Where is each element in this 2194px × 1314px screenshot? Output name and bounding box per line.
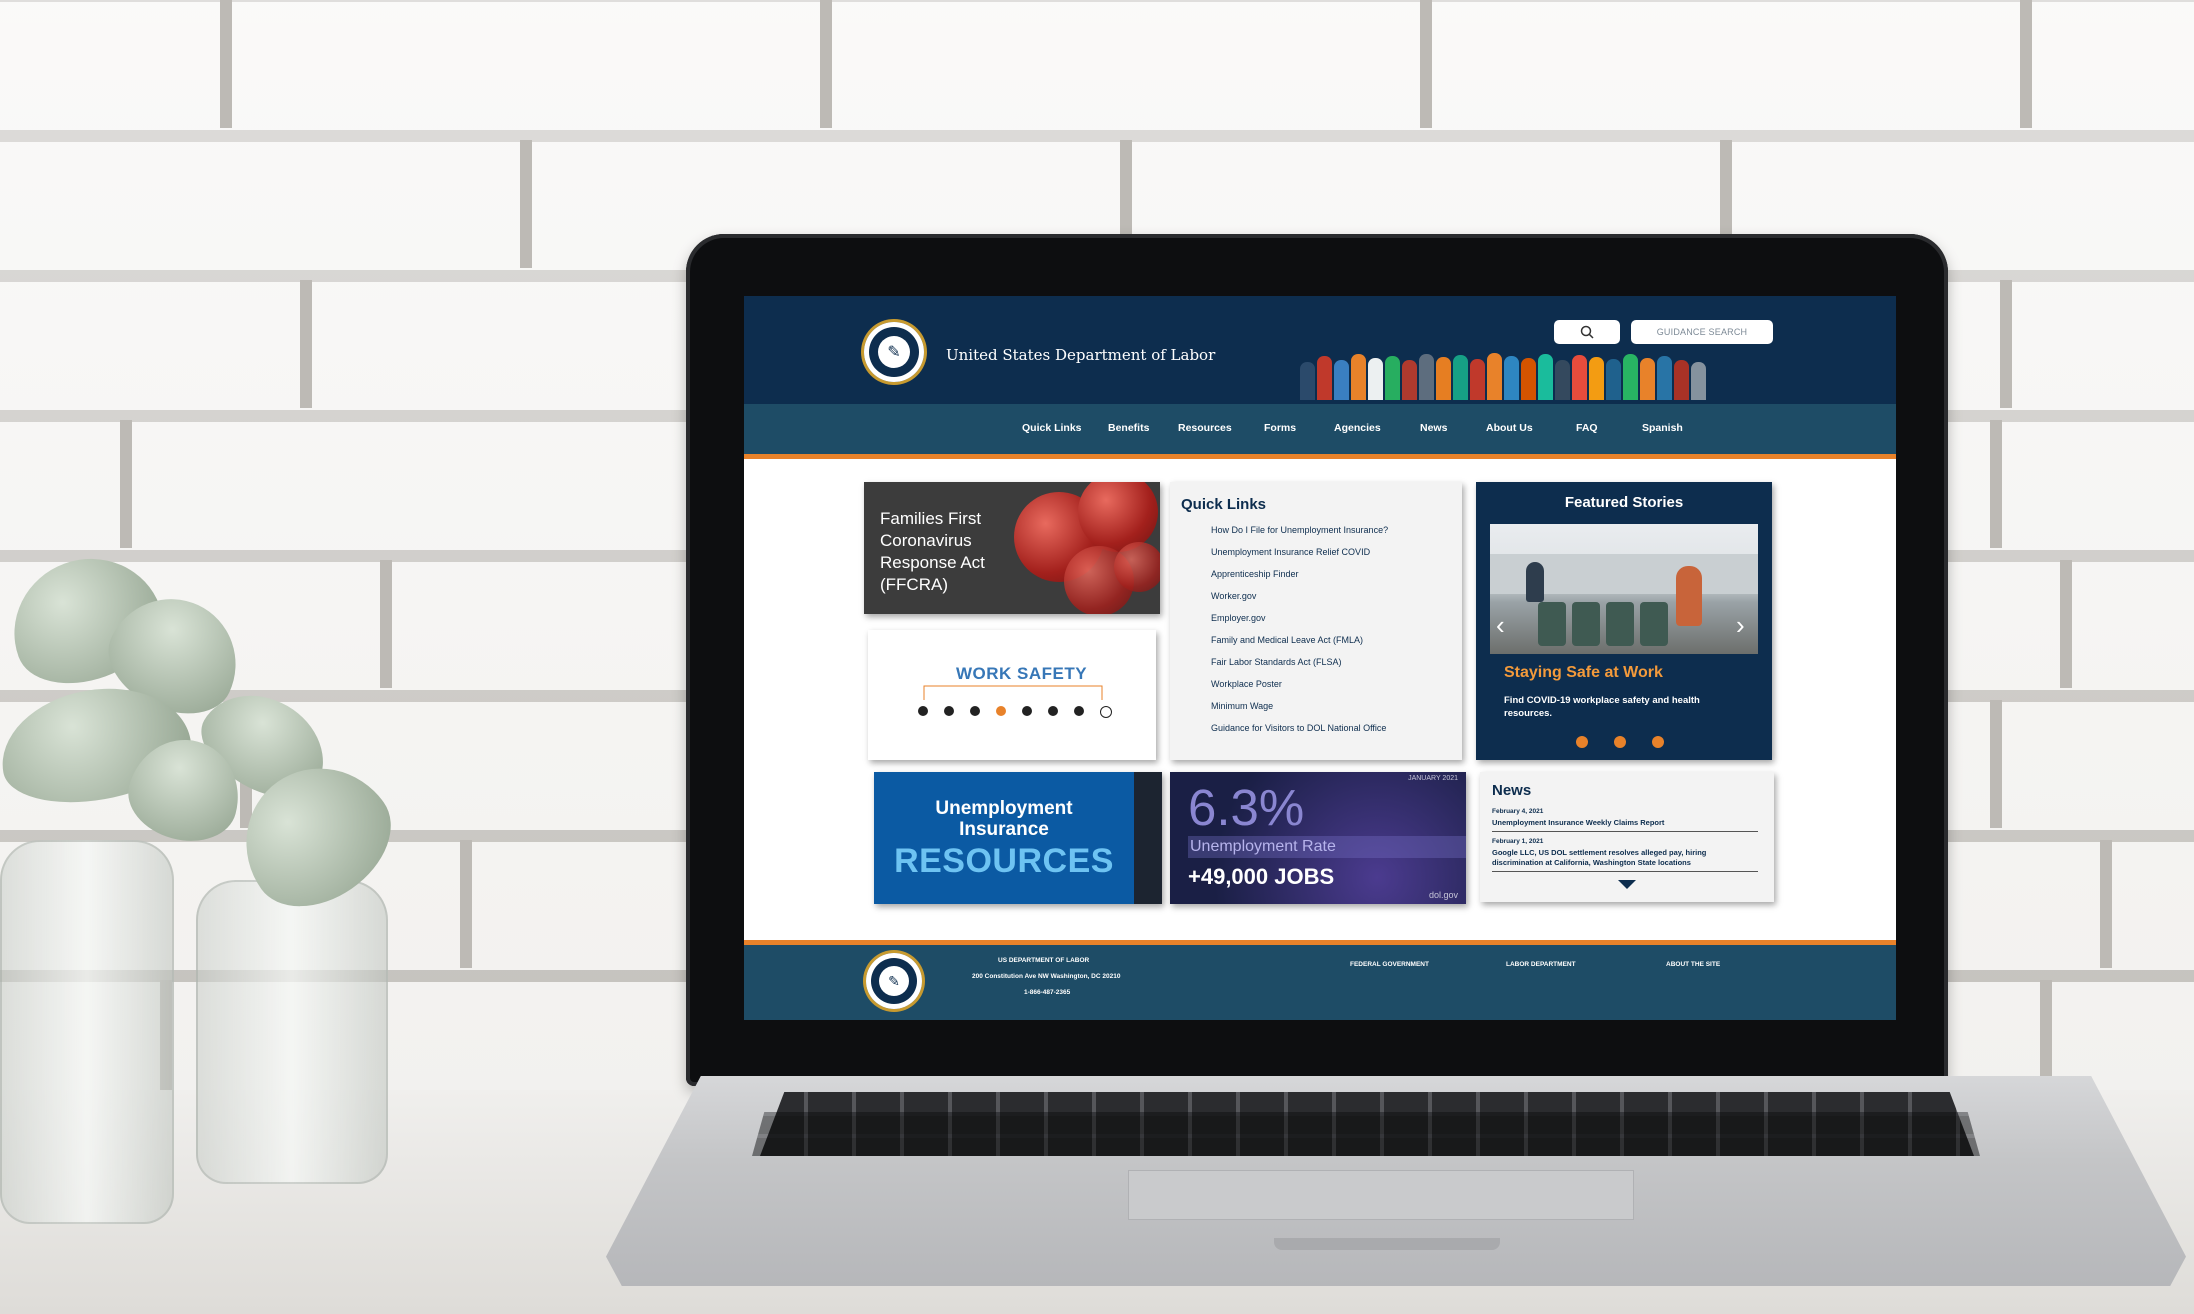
story-description: Find COVID-19 workplace safety and healt… xyxy=(1504,695,1700,719)
featured-stories-panel: Featured Stories ‹ › Staying Safe at Wor… xyxy=(1476,482,1772,760)
nav-item-spanish[interactable]: Spanish xyxy=(1642,422,1683,434)
quick-links-panel: Quick Links How Do I File for Unemployme… xyxy=(1170,482,1462,760)
news-divider xyxy=(1492,831,1758,832)
footer-link-about-the-site[interactable]: ABOUT THE SITE xyxy=(1666,961,1720,968)
glass-vase xyxy=(0,840,174,1224)
rate-site: dol.gov xyxy=(1428,890,1458,900)
footer-address: 200 Constitution Ave NW Washington, DC 2… xyxy=(972,973,1121,980)
site-footer: ✎ US DEPARTMENT OF LABOR 200 Constitutio… xyxy=(744,940,1896,1020)
ffcra-line: Coronavirus xyxy=(880,531,972,550)
news-date: February 1, 2021 xyxy=(1492,838,1544,845)
featured-stories-title: Featured Stories xyxy=(1564,494,1684,511)
search-icon xyxy=(1580,325,1594,339)
quick-link[interactable]: Employer.gov xyxy=(1211,613,1266,623)
nav-item-faq[interactable]: FAQ xyxy=(1576,422,1598,434)
laptop-trackpad xyxy=(1128,1170,1634,1220)
office-photo: ‹ › xyxy=(1490,524,1758,654)
nav-item-resources[interactable]: Resources xyxy=(1178,422,1232,434)
unemployment-insurance-resources-tile[interactable]: Unemployment Insurance RESOURCES xyxy=(874,772,1162,904)
quick-link[interactable]: How Do I File for Unemployment Insurance… xyxy=(1211,525,1388,535)
site-header: ✎ United States Department of Labor GUID… xyxy=(744,296,1896,404)
dol-seal-icon[interactable]: ✎ xyxy=(864,322,924,382)
quick-link[interactable]: Fair Labor Standards Act (FLSA) xyxy=(1211,657,1342,667)
worker-icon xyxy=(970,706,980,716)
dol-seal-icon: ✎ xyxy=(866,953,922,1009)
ui-resources-line: Unemployment xyxy=(935,798,1073,819)
funnel-icon xyxy=(944,706,954,716)
ui-resources-heading: Unemployment Insurance xyxy=(874,798,1134,840)
footer-org: US DEPARTMENT OF LABOR xyxy=(998,957,1090,964)
rate-month: JANUARY 2021 xyxy=(1408,775,1458,782)
site-title[interactable]: United States Department of Labor xyxy=(946,346,1215,364)
chevron-left-icon[interactable]: ‹ xyxy=(1496,610,1505,641)
ui-resources-label: RESOURCES xyxy=(894,842,1114,880)
hand-icon xyxy=(1074,706,1084,716)
news-headline[interactable]: Google LLC, US DOL settlement resolves a… xyxy=(1492,848,1758,868)
shield-icon xyxy=(1100,706,1112,718)
rate-percent: 6.3% xyxy=(1188,779,1305,836)
quick-link[interactable]: Family and Medical Leave Act (FMLA) xyxy=(1211,635,1363,645)
jobs-added: +49,000 JOBS xyxy=(1188,864,1335,889)
quick-link[interactable]: Worker.gov xyxy=(1211,591,1256,601)
quick-link[interactable]: Guidance for Visitors to DOL National Of… xyxy=(1211,723,1386,733)
vehicle-icon xyxy=(996,706,1006,716)
virus-image xyxy=(1114,542,1160,592)
quick-link[interactable]: Workplace Poster xyxy=(1211,679,1282,689)
work-safety-tile[interactable]: WORK SAFETY xyxy=(868,630,1156,760)
search-button[interactable] xyxy=(1554,320,1620,344)
chevron-right-icon[interactable]: › xyxy=(1736,610,1745,641)
nav-item-quick-links[interactable]: Quick Links xyxy=(1022,422,1082,434)
ffcra-line: Families First xyxy=(880,509,982,528)
laptop-screen: ✎ United States Department of Labor GUID… xyxy=(744,296,1896,1020)
carousel-dot[interactable] xyxy=(1576,736,1588,748)
globe-icon xyxy=(1048,706,1058,716)
main-nav: Quick Links Benefits Resources Forms Age… xyxy=(744,404,1896,459)
footer-link-labor-department[interactable]: LABOR DEPARTMENT xyxy=(1506,961,1576,968)
unemployment-rate-tile[interactable]: JANUARY 2021 6.3% Unemployment Rate +49,… xyxy=(1170,772,1466,904)
workers-illustration xyxy=(1300,344,1740,400)
news-panel: News February 4, 2021 Unemployment Insur… xyxy=(1480,772,1774,902)
quick-links-title: Quick Links xyxy=(1181,496,1267,513)
nav-item-forms[interactable]: Forms xyxy=(1264,422,1296,434)
news-title: News xyxy=(1492,782,1532,799)
work-safety-connector-lines xyxy=(923,685,1103,700)
nav-item-benefits[interactable]: Benefits xyxy=(1108,422,1149,434)
story-title[interactable]: Staying Safe at Work xyxy=(1504,664,1663,682)
ffcra-title: Families First Coronavirus Response Act … xyxy=(880,508,1030,596)
brick-row xyxy=(0,0,2194,128)
guidance-search-button[interactable]: GUIDANCE SEARCH xyxy=(1631,320,1773,344)
laptop-keyboard-rows xyxy=(752,1112,1980,1156)
virus-image xyxy=(1078,482,1158,552)
quick-link[interactable]: Minimum Wage xyxy=(1211,701,1273,711)
quick-link[interactable]: Apprenticeship Finder xyxy=(1211,569,1299,579)
glass-vase-small xyxy=(196,880,388,1184)
ui-resources-line: Insurance xyxy=(959,819,1049,840)
laptop-lip xyxy=(1274,1238,1500,1250)
nav-item-about-us[interactable]: About Us xyxy=(1486,422,1533,434)
footer-link-federal-government[interactable]: FEDERAL GOVERNMENT xyxy=(1350,961,1429,968)
chevron-down-icon[interactable] xyxy=(1618,880,1636,889)
news-divider xyxy=(1492,871,1758,872)
carousel-dot[interactable] xyxy=(1614,736,1626,748)
ffcra-line: (FFCRA) xyxy=(880,575,948,594)
nav-item-news[interactable]: News xyxy=(1420,422,1447,434)
nav-item-agencies[interactable]: Agencies xyxy=(1334,422,1381,434)
carousel-dot[interactable] xyxy=(1652,736,1664,748)
news-date: February 4, 2021 xyxy=(1492,808,1544,815)
quick-link[interactable]: Unemployment Insurance Relief COVID xyxy=(1211,547,1370,557)
rate-label: Unemployment Rate xyxy=(1190,838,1336,855)
news-headline[interactable]: Unemployment Insurance Weekly Claims Rep… xyxy=(1492,818,1758,828)
flag-strip xyxy=(1134,772,1162,904)
ffcra-tile[interactable]: Families First Coronavirus Response Act … xyxy=(864,482,1160,614)
tool-icon xyxy=(918,706,928,716)
footer-phone: 1-866-487-2365 xyxy=(1024,989,1071,996)
clipboard-icon xyxy=(1022,706,1032,716)
ffcra-line: Response Act xyxy=(880,553,985,572)
